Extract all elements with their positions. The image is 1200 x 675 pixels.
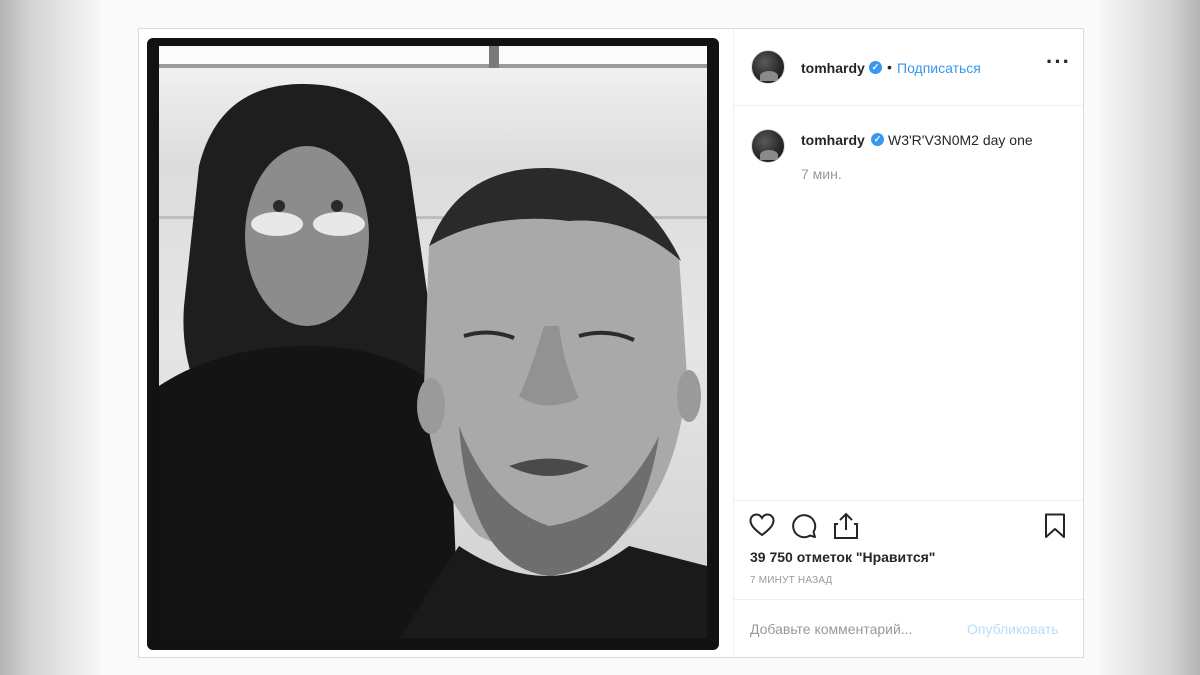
comment-bar: Добавьте комментарий... Опубликовать	[734, 599, 1083, 659]
likes-count[interactable]: 39 750 отметок "Нравится"	[750, 549, 935, 565]
caption-text: W3'R'V3N0M2 day one	[888, 132, 1033, 148]
post-side-panel: tomhardy ✓ • Подписаться ··· tomhardy ✓ …	[734, 29, 1083, 657]
instagram-page: tomhardy ✓ • Подписаться ··· tomhardy ✓ …	[100, 0, 1100, 675]
background-left-shade	[0, 0, 100, 675]
post-photo[interactable]	[139, 29, 734, 657]
caption-time[interactable]: 7 мин.	[801, 166, 842, 182]
bookmark-icon[interactable]	[1043, 513, 1067, 544]
comment-icon[interactable]	[791, 513, 817, 544]
photo-black-frame	[147, 38, 719, 650]
caption-username[interactable]: tomhardy	[801, 132, 865, 148]
caption-avatar[interactable]	[751, 129, 785, 163]
post-header: tomhardy ✓ • Подписаться ···	[734, 29, 1083, 106]
author-username[interactable]: tomhardy	[801, 60, 865, 76]
post-card: tomhardy ✓ • Подписаться ··· tomhardy ✓ …	[138, 28, 1084, 658]
photo-image	[159, 46, 707, 638]
verified-badge-icon: ✓	[869, 61, 882, 74]
post-actions: 39 750 отметок "Нравится" 7 МИНУТ НАЗАД …	[734, 500, 1083, 658]
background-right-shade	[1100, 0, 1200, 675]
caption-verified-badge-icon: ✓	[871, 133, 884, 146]
follow-button[interactable]: Подписаться	[897, 60, 981, 76]
heart-icon[interactable]	[749, 513, 775, 542]
share-icon[interactable]	[833, 512, 859, 545]
post-timestamp[interactable]: 7 МИНУТ НАЗАД	[750, 575, 833, 586]
author-avatar[interactable]	[751, 50, 785, 84]
comment-input[interactable]: Добавьте комментарий...	[750, 621, 912, 637]
separator-dot: •	[887, 59, 892, 75]
more-options-icon[interactable]: ···	[1046, 51, 1071, 73]
photo-illustration	[159, 46, 707, 638]
publish-button[interactable]: Опубликовать	[967, 621, 1059, 637]
